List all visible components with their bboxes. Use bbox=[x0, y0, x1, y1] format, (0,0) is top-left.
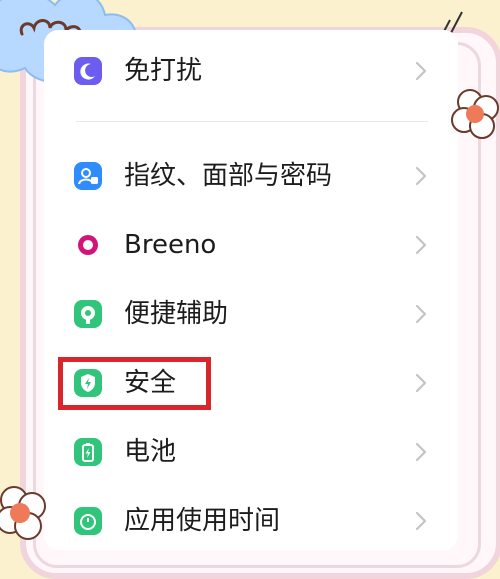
settings-item-label: 电池 bbox=[124, 437, 177, 467]
chevron-right-icon bbox=[415, 511, 427, 531]
security-highlight-box bbox=[58, 357, 211, 410]
settings-item-fingerprint-face-password[interactable]: 指纹、面部与密码 bbox=[44, 147, 458, 205]
assist-icon bbox=[74, 300, 102, 328]
chevron-right-icon bbox=[415, 442, 427, 462]
settings-item-do-not-disturb[interactable]: 免打扰 bbox=[44, 42, 458, 100]
settings-item-label: Breeno bbox=[124, 230, 217, 260]
fingerprint-face-icon bbox=[74, 162, 102, 190]
chevron-right-icon bbox=[415, 373, 427, 393]
chevron-right-icon bbox=[415, 166, 427, 186]
settings-item-app-usage-time[interactable]: 应用使用时间 bbox=[44, 492, 458, 550]
settings-item-convenience-assist[interactable]: 便捷辅助 bbox=[44, 285, 458, 343]
chevron-right-icon bbox=[415, 61, 427, 81]
battery-icon bbox=[74, 438, 102, 466]
timer-icon bbox=[74, 507, 102, 535]
chevron-right-icon bbox=[415, 235, 427, 255]
settings-item-label: 免打扰 bbox=[124, 56, 203, 86]
settings-item-label: 应用使用时间 bbox=[124, 506, 281, 536]
section-divider bbox=[76, 121, 428, 122]
settings-item-breeno[interactable]: Breeno bbox=[44, 216, 458, 274]
moon-icon bbox=[74, 57, 102, 85]
settings-item-battery[interactable]: 电池 bbox=[44, 423, 458, 481]
settings-item-label: 指纹、面部与密码 bbox=[124, 161, 333, 191]
breeno-ring-icon bbox=[74, 231, 102, 259]
settings-item-label: 便捷辅助 bbox=[124, 299, 229, 329]
chevron-right-icon bbox=[415, 304, 427, 324]
